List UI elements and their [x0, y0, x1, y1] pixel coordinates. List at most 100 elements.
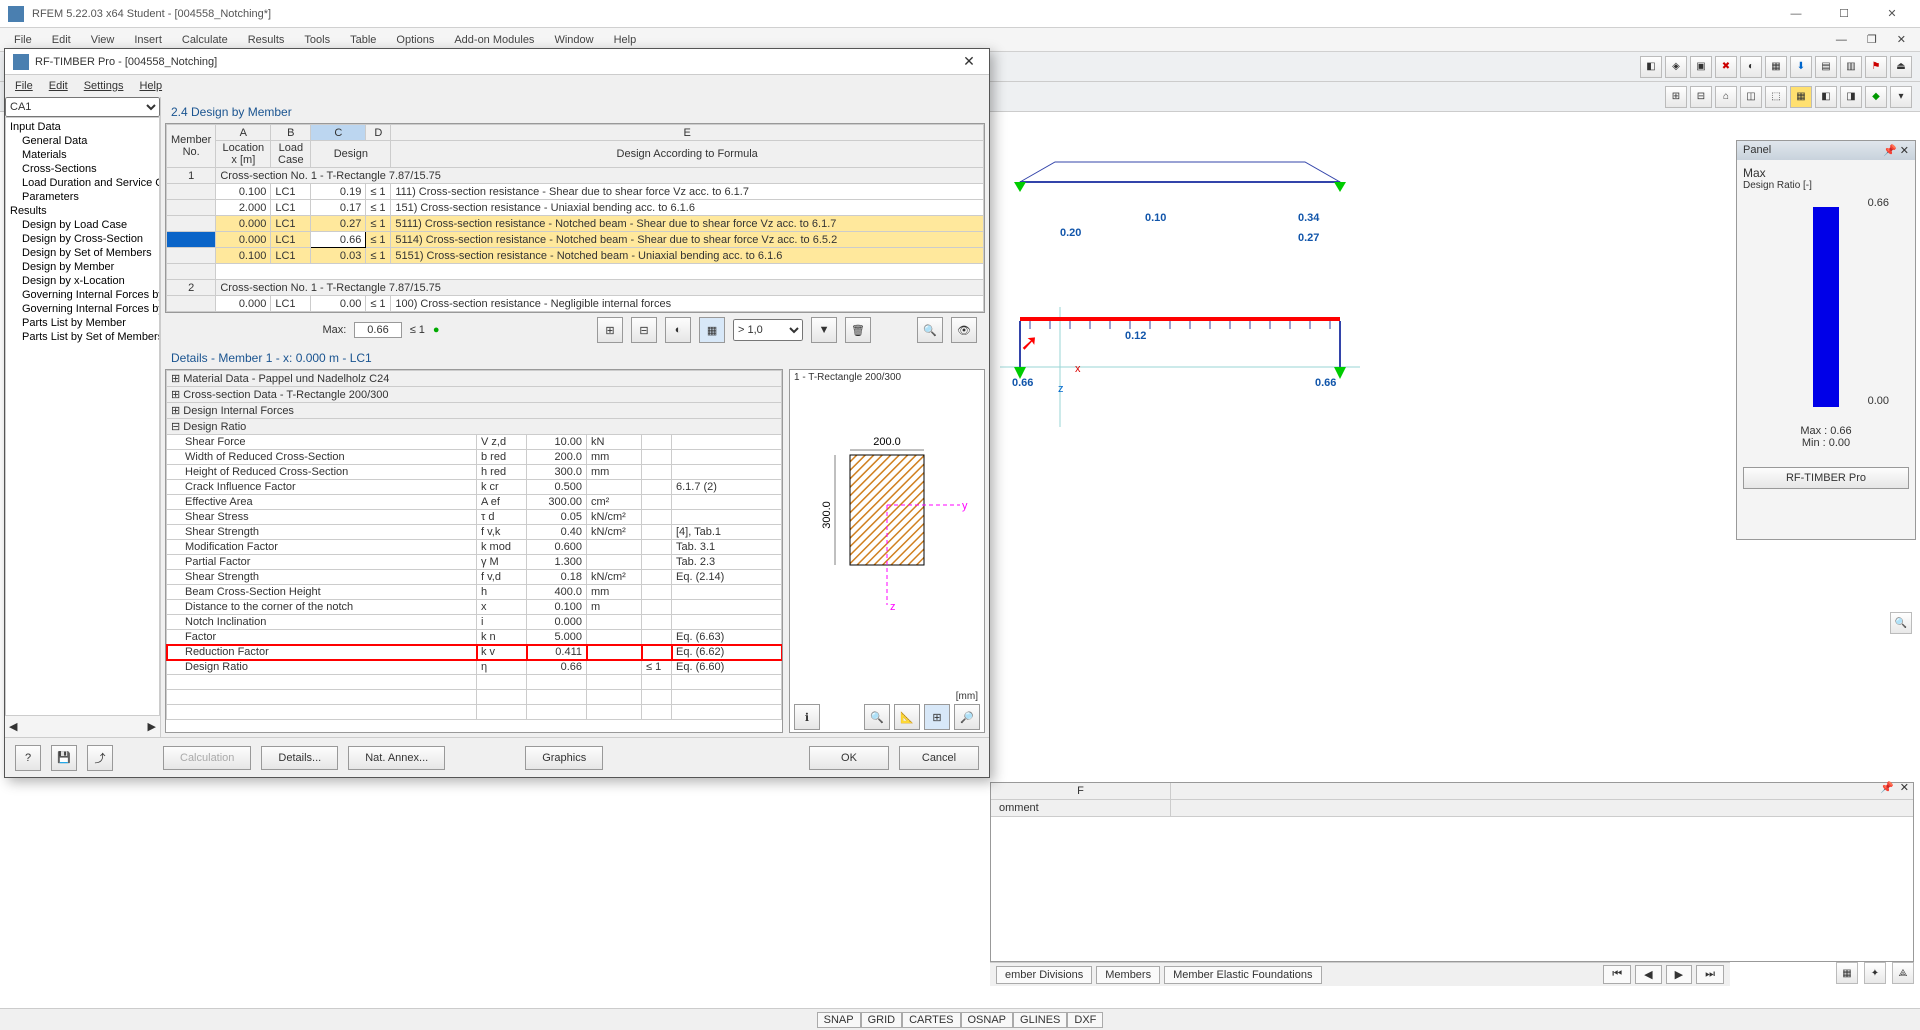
tree-item[interactable]: Load Duration and Service Cl	[8, 176, 157, 190]
tool-icon[interactable]: ⏏	[1890, 56, 1912, 78]
tool-icon[interactable]: ◧	[1815, 86, 1837, 108]
menu-help[interactable]: Help	[604, 31, 647, 49]
menu-tools[interactable]: Tools	[294, 31, 340, 49]
menu-file[interactable]: File	[4, 31, 42, 49]
nav-last-icon[interactable]: ⏭	[1696, 965, 1724, 984]
ok-button[interactable]: OK	[809, 746, 889, 770]
status-grid[interactable]: GRID	[861, 1012, 903, 1028]
graphics-button[interactable]: Graphics	[525, 746, 603, 770]
menu-window[interactable]: Window	[544, 31, 603, 49]
view-icon[interactable]: 🔎	[954, 704, 980, 730]
tab-foundations[interactable]: Member Elastic Foundations	[1164, 966, 1321, 984]
tree-item[interactable]: Cross-Sections	[8, 162, 157, 176]
tool-icon[interactable]: ▦	[1790, 86, 1812, 108]
nat-annex-button[interactable]: Nat. Annex...	[348, 746, 445, 770]
tool-icon[interactable]: ⊟	[1690, 86, 1712, 108]
status-icon[interactable]: ✦	[1864, 962, 1886, 984]
view-icon[interactable]: ⊞	[924, 704, 950, 730]
menu-view[interactable]: View	[81, 31, 125, 49]
mdi-restore-icon[interactable]: ❐	[1857, 30, 1887, 49]
tree-results[interactable]: Results	[8, 204, 157, 218]
status-cartes[interactable]: CARTES	[902, 1012, 960, 1028]
dialog-close-icon[interactable]: ✕	[957, 53, 981, 70]
close-icon[interactable]: ✕	[1872, 4, 1912, 24]
tree-item[interactable]: Materials	[8, 148, 157, 162]
menu-results[interactable]: Results	[238, 31, 295, 49]
grid-pin-icon[interactable]: 📌	[1880, 781, 1894, 794]
tool-icon[interactable]: ▤	[1815, 56, 1837, 78]
tool-icon[interactable]: ⚑	[1865, 56, 1887, 78]
tab-divisions[interactable]: ember Divisions	[996, 966, 1092, 984]
minimize-icon[interactable]: —	[1776, 4, 1816, 24]
save-icon[interactable]: 💾	[51, 745, 77, 771]
status-dxf[interactable]: DXF	[1067, 1012, 1103, 1028]
tree-item[interactable]: Design by Load Case	[8, 218, 157, 232]
status-icon[interactable]: ⟁	[1892, 962, 1914, 984]
status-glines[interactable]: GLINES	[1013, 1012, 1067, 1028]
tree-item[interactable]: Parts List by Member	[8, 316, 157, 330]
tree-item[interactable]: Parameters	[8, 190, 157, 204]
view-icon[interactable]: 🔍	[864, 704, 890, 730]
dmenu-help[interactable]: Help	[133, 78, 168, 94]
view-icon[interactable]: 📐	[894, 704, 920, 730]
tool-icon[interactable]: ▥	[1840, 56, 1862, 78]
view-icon[interactable]: ◐	[665, 317, 691, 343]
dmenu-file[interactable]: File	[9, 78, 39, 94]
mdi-close-icon[interactable]: ✕	[1887, 30, 1916, 49]
mdi-minimize-icon[interactable]: —	[1826, 31, 1857, 49]
tree-item[interactable]: Governing Internal Forces by	[8, 288, 157, 302]
info-icon[interactable]: ℹ	[794, 704, 820, 730]
tree-item[interactable]: Design by Set of Members	[8, 246, 157, 260]
menu-edit[interactable]: Edit	[42, 31, 81, 49]
dmenu-settings[interactable]: Settings	[78, 78, 130, 94]
tool-icon[interactable]: ◐	[1740, 56, 1762, 78]
tree-item[interactable]: Design by Cross-Section	[8, 232, 157, 246]
tree-item[interactable]: Governing Internal Forces by	[8, 302, 157, 316]
tool-icon[interactable]: ⬇	[1790, 56, 1812, 78]
menu-options[interactable]: Options	[386, 31, 444, 49]
tree-item[interactable]: Design by x-Location	[8, 274, 157, 288]
tool-icon[interactable]: ◫	[1740, 86, 1762, 108]
case-select[interactable]: CA1	[5, 97, 160, 117]
tool-icon[interactable]: ▦	[1765, 56, 1787, 78]
nav-prev-icon[interactable]: ◀	[1635, 965, 1661, 984]
view-icon[interactable]: ⊟	[631, 317, 657, 343]
details-grid[interactable]: ⊞ Material Data - Pappel und Nadelholz C…	[165, 369, 783, 733]
tree-item[interactable]: Design by Member	[8, 260, 157, 274]
details-button[interactable]: Details...	[261, 746, 338, 770]
maximize-icon[interactable]: ☐	[1824, 4, 1864, 24]
tool-icon[interactable]: ◆	[1865, 86, 1887, 108]
nav-next-icon[interactable]: ▶	[1666, 965, 1692, 984]
menu-table[interactable]: Table	[340, 31, 386, 49]
export-icon[interactable]: ⤴	[87, 745, 113, 771]
tool-icon[interactable]: ▾	[1890, 86, 1912, 108]
tool-icon[interactable]: ⬚	[1765, 86, 1787, 108]
dmenu-edit[interactable]: Edit	[43, 78, 74, 94]
menu-insert[interactable]: Insert	[124, 31, 172, 49]
module-button[interactable]: RF-TIMBER Pro	[1743, 467, 1909, 489]
grid-close-icon[interactable]: ✕	[1900, 781, 1909, 794]
nav-tree[interactable]: Input Data General Data Materials Cross-…	[5, 117, 160, 716]
eye-icon[interactable]: 👁	[951, 317, 977, 343]
tree-input[interactable]: Input Data	[8, 120, 157, 134]
view-icon[interactable]: ▦	[699, 317, 725, 343]
nav-first-icon[interactable]: ⏮	[1603, 965, 1631, 984]
filter-icon[interactable]: ▼	[811, 317, 837, 343]
status-icon[interactable]: ▦	[1836, 962, 1858, 984]
tab-members[interactable]: Members	[1096, 966, 1160, 984]
status-osnap[interactable]: OSNAP	[961, 1012, 1014, 1028]
tool-icon[interactable]: ◨	[1840, 86, 1862, 108]
cancel-button[interactable]: Cancel	[899, 746, 979, 770]
eye-icon[interactable]: 🔍	[917, 317, 943, 343]
view-icon[interactable]: ⊞	[597, 317, 623, 343]
tree-item[interactable]: General Data	[8, 134, 157, 148]
status-snap[interactable]: SNAP	[817, 1012, 861, 1028]
tree-item[interactable]: Parts List by Set of Members	[8, 330, 157, 344]
tool-icon[interactable]: ✖	[1715, 56, 1737, 78]
menu-calculate[interactable]: Calculate	[172, 31, 238, 49]
tool-icon[interactable]: ◧	[1640, 56, 1662, 78]
filter-icon[interactable]: 🗑	[845, 317, 871, 343]
filter-select[interactable]: > 1,0	[733, 319, 803, 341]
tool-icon[interactable]: ⊞	[1665, 86, 1687, 108]
magnify-icon[interactable]: 🔍	[1890, 612, 1912, 634]
